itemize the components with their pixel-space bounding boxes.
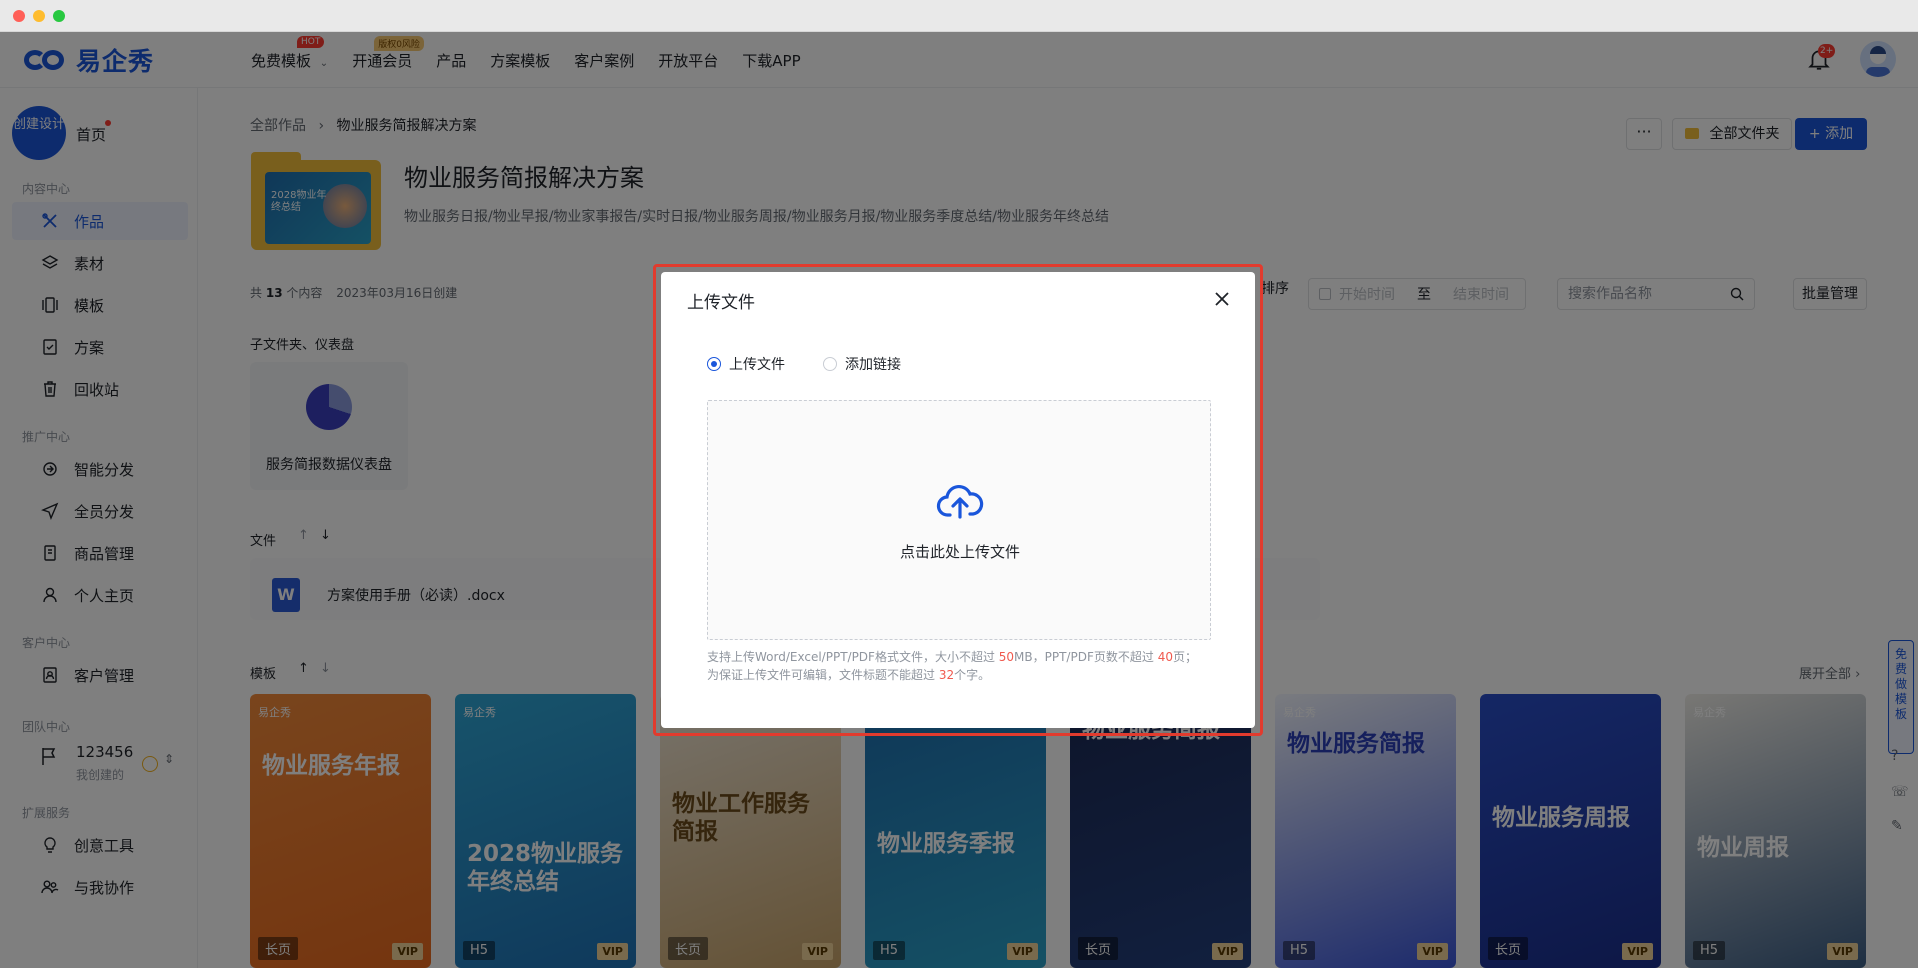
minimize-window-button[interactable]	[33, 10, 45, 22]
hint-text: 页；	[1172, 650, 1197, 664]
cloud-upload-icon	[936, 484, 984, 519]
hint-chars: 32	[938, 668, 955, 682]
radio-label: 添加链接	[845, 357, 901, 373]
hint-text: 为保证上传文件可编辑，文件标题不能超过	[707, 668, 939, 682]
window-titlebar	[0, 0, 1918, 32]
close-icon[interactable]	[1211, 288, 1233, 310]
dialog-title: 上传文件	[687, 293, 755, 313]
hint-text: MB，PPT/PDF页数不超过	[1014, 650, 1158, 664]
upload-file-dialog: 上传文件 上传文件 添加链接 点击此处上传文件 支持上传Word/Excel/P…	[661, 272, 1255, 728]
radio-checked-icon	[707, 357, 721, 371]
hint-text: 支持上传Word/Excel/PPT/PDF格式文件，大小不超过	[707, 650, 999, 664]
radio-add-link[interactable]: 添加链接	[823, 354, 901, 374]
radio-upload-file[interactable]: 上传文件	[707, 354, 785, 374]
hint-text: 个字。	[954, 668, 991, 682]
upload-text: 点击此处上传文件	[899, 543, 1020, 561]
hint-pages: 40	[1157, 650, 1173, 664]
close-window-button[interactable]	[13, 10, 25, 22]
hint-size: 50	[998, 650, 1015, 664]
radio-label: 上传文件	[729, 357, 785, 373]
upload-dropzone[interactable]: 点击此处上传文件	[707, 400, 1211, 640]
maximize-window-button[interactable]	[53, 10, 65, 22]
upload-hint: 支持上传Word/Excel/PPT/PDF格式文件，大小不超过 50MB，PP…	[707, 648, 1217, 684]
radio-unchecked-icon	[823, 357, 837, 371]
